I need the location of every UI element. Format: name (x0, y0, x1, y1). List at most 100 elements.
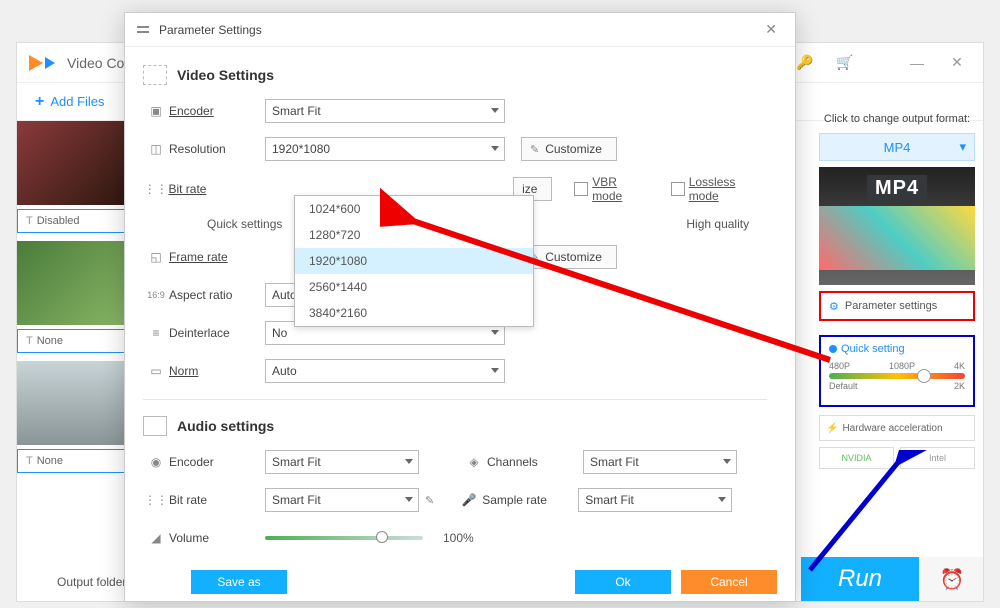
quick-setting-heading-label: Quick setting (841, 343, 905, 355)
dialog-titlebar: Parameter Settings ✕ (125, 13, 795, 47)
text-icon: T (26, 455, 33, 467)
audio-bitrate-icon: ⋮⋮ (143, 493, 169, 507)
pencil-icon[interactable]: ✎ (425, 494, 434, 507)
schedule-button[interactable]: ⏰ (921, 557, 983, 601)
format-selector-label: MP4 (884, 140, 911, 155)
framerate-icon: ◱ (143, 250, 169, 264)
speaker-icon (143, 416, 167, 436)
thumb-label-3[interactable]: TNone (17, 449, 127, 473)
high-quality-label: High quality (686, 217, 749, 231)
vbr-checkbox[interactable] (574, 182, 588, 196)
channels-value: Smart Fit (590, 455, 639, 469)
video-settings-header: Video Settings (143, 65, 767, 85)
resolution-option[interactable]: 1920*1080 (295, 248, 533, 274)
chevron-down-icon (491, 146, 499, 151)
add-files-label: Add Files (50, 94, 104, 109)
cart-icon[interactable]: 🛒 (831, 49, 859, 77)
video-thumb-3[interactable] (17, 361, 127, 445)
framerate-customize-button[interactable]: ✎Customize (521, 245, 617, 269)
aspect-label: Aspect ratio (169, 288, 265, 302)
section-divider (143, 399, 767, 400)
video-thumb-2[interactable] (17, 241, 127, 325)
tick-4k: 4K (954, 361, 965, 371)
video-thumb-1[interactable] (17, 121, 127, 205)
aspect-icon: 16:9 (143, 290, 169, 300)
intel-label: Intel (929, 453, 946, 463)
save-as-button[interactable]: Save as (191, 570, 287, 594)
blank-spacer (871, 49, 891, 77)
encoder-row: ▣ Encoder Smart Fit (143, 99, 767, 123)
thumb-label-2-text: None (37, 335, 63, 347)
resolution-value: 1920*1080 (272, 142, 330, 156)
encoder-label: Encoder (169, 104, 265, 118)
save-as-label: Save as (217, 575, 260, 589)
format-badge: MP4 (867, 175, 927, 202)
run-button[interactable]: Run (801, 557, 919, 601)
channels-select[interactable]: Smart Fit (583, 450, 737, 474)
text-icon: T (26, 215, 33, 227)
nvidia-tag[interactable]: NVIDIA (819, 447, 894, 469)
tick-480p: 480P (829, 361, 850, 371)
quick-setting-heading: Quick setting (829, 343, 965, 355)
resolution-option[interactable]: 1024*600 (295, 196, 533, 222)
volume-slider-thumb[interactable] (376, 531, 388, 543)
film-icon (143, 65, 167, 85)
vbr-label: VBR mode (592, 175, 649, 203)
customize-label: Customize (545, 142, 602, 156)
norm-select[interactable]: Auto (265, 359, 505, 383)
parameter-settings-button[interactable]: ⚙ Parameter settings (819, 291, 975, 321)
alarm-clock-icon: ⏰ (940, 567, 965, 592)
resolution-select[interactable]: 1920*1080 (265, 137, 505, 161)
resolution-option[interactable]: 2560*1440 (295, 274, 533, 300)
hardware-acceleration-label: Hardware acceleration (842, 423, 942, 434)
thumb-label-1[interactable]: TDisabled (17, 209, 127, 233)
app-logo-icon (29, 55, 43, 71)
hardware-acceleration-toggle[interactable]: ⚡ Hardware acceleration (819, 415, 975, 441)
volume-icon: ◢ (143, 531, 169, 545)
audio-encoder-icon: ◉ (143, 455, 169, 469)
audio-encoder-select[interactable]: Smart Fit (265, 450, 419, 474)
plus-icon: + (35, 93, 44, 111)
audio-settings-title: Audio settings (177, 418, 274, 434)
cancel-button[interactable]: Cancel (681, 570, 777, 594)
minimize-button[interactable]: — (903, 49, 931, 77)
samplerate-select[interactable]: Smart Fit (578, 488, 732, 512)
chevron-down-icon (405, 459, 413, 464)
resolution-option[interactable]: 3840*2160 (295, 300, 533, 326)
output-folder-label: Output folder: (57, 575, 130, 589)
format-selector[interactable]: MP4 ▾ (819, 133, 975, 161)
sliders-icon (137, 23, 151, 37)
dialog-title: Parameter Settings (159, 23, 751, 37)
thumb-label-2[interactable]: TNone (17, 329, 127, 353)
ok-button[interactable]: Ok (575, 570, 671, 594)
resolution-row: ◫ Resolution 1920*1080 ✎Customize (143, 137, 767, 161)
gpu-vendors: NVIDIA Intel (819, 447, 975, 469)
resolution-customize-button[interactable]: ✎ Customize (521, 137, 617, 161)
audio-encoder-row: ◉ Encoder Smart Fit ◈ Channels Smart Fit (143, 450, 767, 474)
deinterlace-value: No (272, 326, 287, 340)
intel-tag[interactable]: Intel (900, 447, 975, 469)
right-pane: Click to change output format: MP4 ▾ MP4… (811, 105, 983, 477)
quick-settings-label: Quick settings (207, 217, 282, 231)
format-preview: MP4 (819, 167, 975, 285)
volume-row: ◢ Volume 100% (143, 526, 767, 550)
bitrate-icon: ⋮⋮ (143, 182, 168, 196)
audio-bitrate-select[interactable]: Smart Fit (265, 488, 419, 512)
audio-encoder-label: Encoder (169, 455, 265, 469)
dialog-close-button[interactable]: ✕ (759, 17, 783, 42)
close-button[interactable]: ✕ (943, 49, 971, 77)
nvidia-label: NVIDIA (841, 453, 871, 463)
output-format-heading: Click to change output format: (819, 113, 975, 125)
encoder-icon: ▣ (143, 104, 169, 118)
resolution-option[interactable]: 1280*720 (295, 222, 533, 248)
pencil-icon: ✎ (530, 143, 539, 156)
cancel-label: Cancel (710, 575, 747, 589)
quick-setting-slider[interactable] (829, 373, 965, 379)
encoder-select[interactable]: Smart Fit (265, 99, 505, 123)
chevron-down-icon (491, 368, 499, 373)
volume-slider[interactable] (265, 536, 423, 540)
audio-bitrate-row: ⋮⋮ Bit rate Smart Fit ✎ 🎤 Sample rate Sm… (143, 488, 767, 512)
lossless-checkbox[interactable] (671, 182, 685, 196)
quick-setting-ticks-bottom: Default 2K (829, 381, 965, 391)
norm-value: Auto (272, 364, 297, 378)
